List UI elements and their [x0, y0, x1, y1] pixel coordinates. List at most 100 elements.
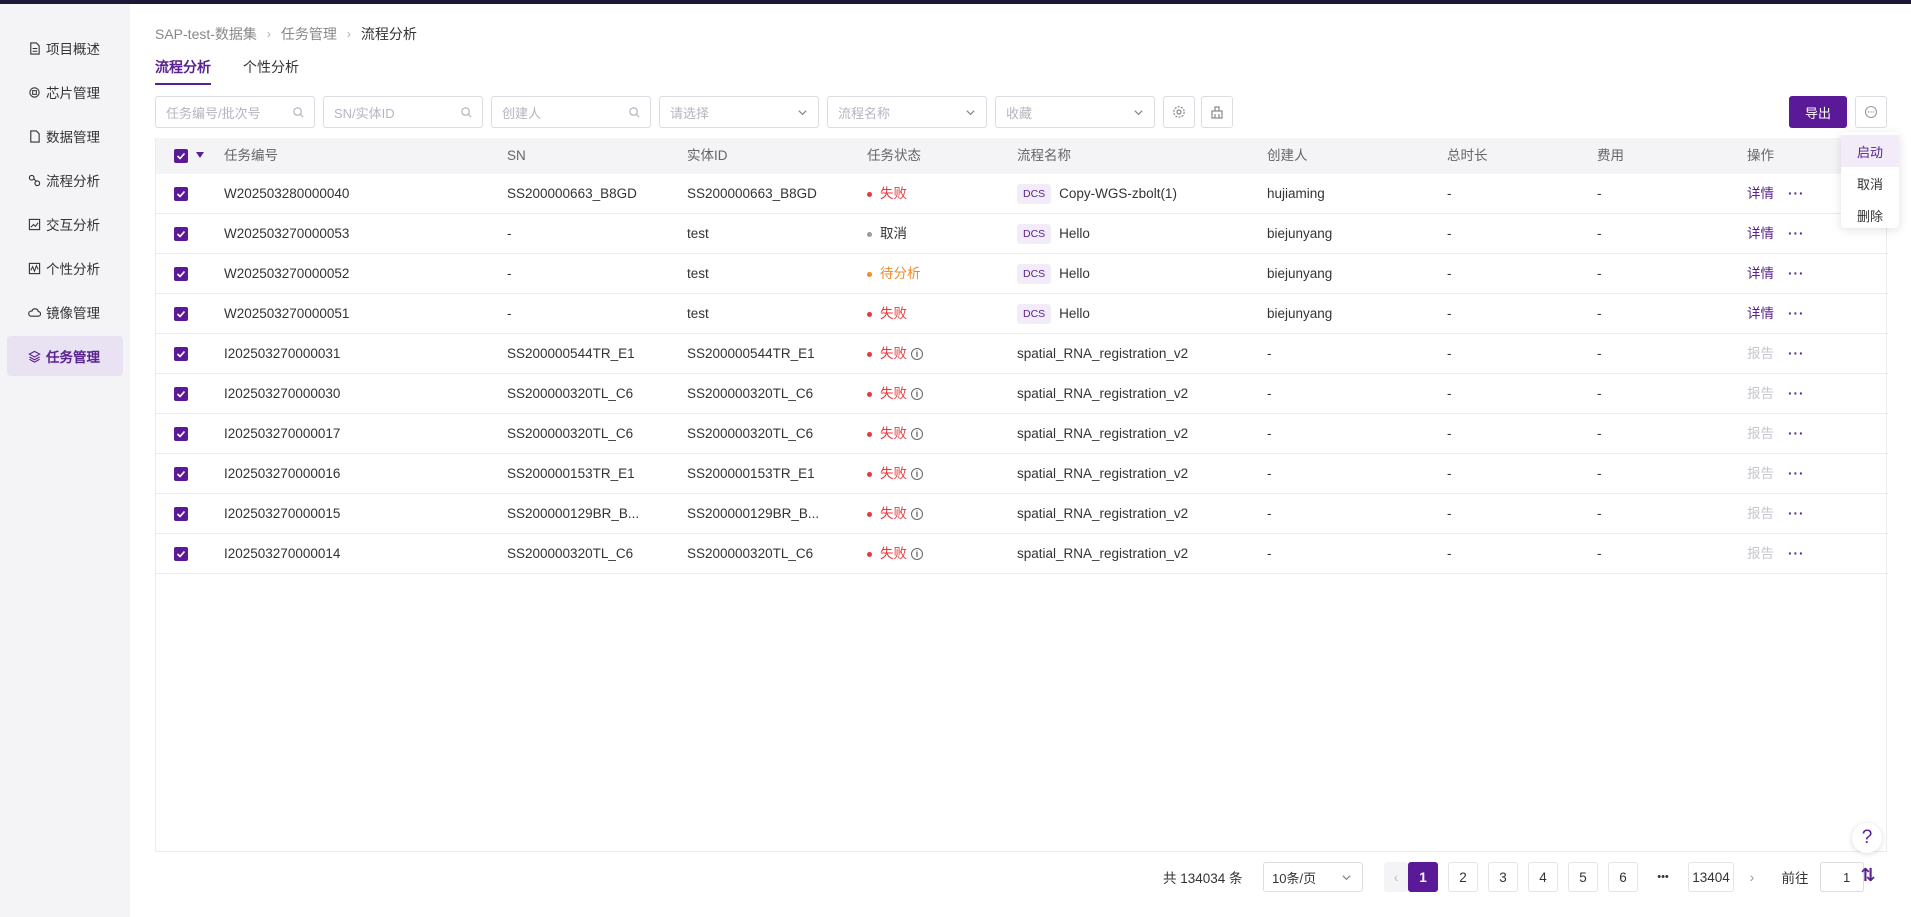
table-row[interactable]: I202503270000030 SS200000320TL_C6 SS200000… — [156, 374, 1888, 414]
creator-search-input[interactable]: 创建人 — [491, 96, 651, 128]
detail-link[interactable]: 详情 — [1747, 266, 1774, 281]
table-row[interactable]: I202503270000031 SS200000544TR_E1 SS200000… — [156, 334, 1888, 374]
info-icon[interactable]: i — [911, 388, 923, 400]
flow-name-text: spatial_RNA_registration_v2 — [1017, 346, 1189, 361]
report-link[interactable]: 报告 — [1747, 546, 1774, 561]
last-page-button[interactable]: 13404 — [1688, 862, 1734, 892]
table-row[interactable]: W202503270000051 - test 失败 DCS Hello biejunyan… — [156, 294, 1888, 334]
prev-page-button[interactable]: ‹ — [1384, 862, 1408, 892]
detail-link[interactable]: 详情 — [1747, 226, 1774, 241]
flow-name-select[interactable]: 流程名称 — [827, 96, 987, 128]
select-all-checkbox[interactable] — [174, 149, 188, 163]
caret-down-icon[interactable] — [196, 152, 204, 158]
report-link[interactable]: 报告 — [1747, 386, 1774, 401]
report-link[interactable]: 报告 — [1747, 466, 1774, 481]
more-dots-icon[interactable]: ··· — [1788, 506, 1805, 521]
next-page-button[interactable]: › — [1742, 862, 1762, 892]
page-button[interactable]: 2 — [1448, 862, 1478, 892]
page-button[interactable]: 3 — [1488, 862, 1518, 892]
row-checkbox[interactable] — [174, 187, 188, 201]
sidebar-item-chip-management[interactable]: 芯片管理 — [7, 72, 123, 112]
row-checkbox[interactable] — [174, 347, 188, 361]
more-dots-icon[interactable]: ··· — [1788, 546, 1805, 561]
more-dots-icon[interactable]: ··· — [1788, 426, 1805, 441]
table-row[interactable]: I202503270000016 SS200000153TR_E1 SS200000… — [156, 454, 1888, 494]
cell-entity-id: test — [687, 306, 709, 321]
info-icon[interactable]: i — [911, 348, 923, 360]
cell-sn: SS200000129BR_B... — [507, 506, 640, 521]
more-pages-button[interactable]: ••• — [1648, 862, 1678, 892]
more-dots-icon[interactable]: ··· — [1788, 186, 1805, 201]
sidebar-item-data-management[interactable]: 数据管理 — [7, 116, 123, 156]
sidebar-item-label: 交互分析 — [46, 218, 100, 233]
report-link[interactable]: 报告 — [1747, 346, 1774, 361]
sidebar-item-image-management[interactable]: 镜像管理 — [7, 292, 123, 332]
table-row[interactable]: W202503280000040 SS200000663_B8GD SS200000… — [156, 174, 1888, 214]
status-select[interactable]: 请选择 — [659, 96, 819, 128]
info-icon[interactable]: i — [911, 468, 923, 480]
table-row[interactable]: W202503270000052 - test 待分析 DCS Hello biejunya… — [156, 254, 1888, 294]
page-button[interactable]: 5 — [1568, 862, 1598, 892]
sidebar-item-project-overview[interactable]: 项目概述 — [7, 28, 123, 68]
page-button[interactable]: 6 — [1608, 862, 1638, 892]
row-checkbox[interactable] — [174, 507, 188, 521]
info-icon[interactable]: i — [911, 508, 923, 520]
menu-item-delete[interactable]: 删除 — [1841, 199, 1899, 231]
row-checkbox[interactable] — [174, 227, 188, 241]
sn-search-input[interactable]: SN/实体ID — [323, 96, 483, 128]
sidebar-item-custom-analysis[interactable]: 个性分析 — [7, 248, 123, 288]
more-dots-icon[interactable]: ··· — [1788, 266, 1805, 281]
sidebar-item-task-management[interactable]: 任务管理 — [7, 336, 123, 376]
row-checkbox[interactable] — [174, 547, 188, 561]
export-button[interactable]: 导出 — [1789, 96, 1847, 128]
sidebar-item-interactive-analysis[interactable]: 交互分析 — [7, 204, 123, 244]
page-button[interactable]: 4 — [1528, 862, 1558, 892]
info-icon[interactable]: i — [911, 548, 923, 560]
page-button[interactable]: 1 — [1408, 862, 1438, 892]
task-no-search-input[interactable]: 任务编号/批次号 — [155, 96, 315, 128]
sidebar: 项目概述 芯片管理 数据管理 流程分析 交互分析 个性分析 镜像管理 任务管理 — [0, 4, 130, 917]
table-row[interactable]: W202503270000053 - test 取消 DCS Hello biejunyan… — [156, 214, 1888, 254]
more-dots-icon[interactable]: ··· — [1788, 386, 1805, 401]
table-row[interactable]: I202503270000017 SS200000320TL_C6 SS200000… — [156, 414, 1888, 454]
report-link[interactable]: 报告 — [1747, 506, 1774, 521]
cell-duration: - — [1447, 546, 1452, 561]
breadcrumb-item[interactable]: SAP-test-数据集 — [155, 24, 257, 44]
cell-cost: - — [1597, 506, 1602, 521]
cell-status: 失败 — [867, 294, 907, 334]
row-checkbox[interactable] — [174, 387, 188, 401]
report-link[interactable]: 报告 — [1747, 426, 1774, 441]
table-row[interactable]: I202503270000015 SS200000129BR_B... SS2000… — [156, 494, 1888, 534]
cell-task-no: W202503270000053 — [224, 226, 350, 241]
page-size-select[interactable]: 10条/页 — [1263, 862, 1363, 892]
check-icon — [176, 230, 186, 238]
row-checkbox[interactable] — [174, 467, 188, 481]
placeholder: 收藏 — [1006, 105, 1033, 121]
more-dots-icon[interactable]: ··· — [1788, 466, 1805, 481]
more-dots-icon[interactable]: ··· — [1788, 306, 1805, 321]
cell-entity-id: SS200000153TR_E1 — [687, 466, 815, 481]
detail-link[interactable]: 详情 — [1747, 186, 1774, 201]
breadcrumb-item[interactable]: 任务管理 — [281, 24, 337, 44]
row-checkbox[interactable] — [174, 307, 188, 321]
table-row[interactable]: I202503270000014 SS200000320TL_C6 SS200000… — [156, 534, 1888, 574]
favorite-select[interactable]: 收藏 — [995, 96, 1155, 128]
row-checkbox[interactable] — [174, 427, 188, 441]
info-icon[interactable]: i — [911, 428, 923, 440]
tab-flow-analysis[interactable]: 流程分析 — [155, 57, 211, 85]
more-actions-button[interactable] — [1855, 96, 1887, 128]
more-dots-icon[interactable]: ··· — [1788, 226, 1805, 241]
help-button[interactable]: ? — [1852, 823, 1882, 853]
more-dots-icon[interactable]: ··· — [1788, 346, 1805, 361]
goto-label: 前往 — [1781, 871, 1809, 886]
sidebar-item-flow-analysis[interactable]: 流程分析 — [7, 160, 123, 200]
clear-button[interactable] — [1201, 96, 1233, 128]
detail-link[interactable]: 详情 — [1747, 306, 1774, 321]
menu-item-start[interactable]: 启动 — [1841, 135, 1899, 167]
menu-item-cancel[interactable]: 取消 — [1841, 167, 1899, 199]
row-checkbox[interactable] — [174, 267, 188, 281]
settings-button[interactable] — [1163, 96, 1195, 128]
cell-entity-id: test — [687, 266, 709, 281]
tab-custom-analysis[interactable]: 个性分析 — [243, 57, 299, 85]
scroll-toggle-button[interactable]: ⇅ — [1855, 862, 1881, 888]
